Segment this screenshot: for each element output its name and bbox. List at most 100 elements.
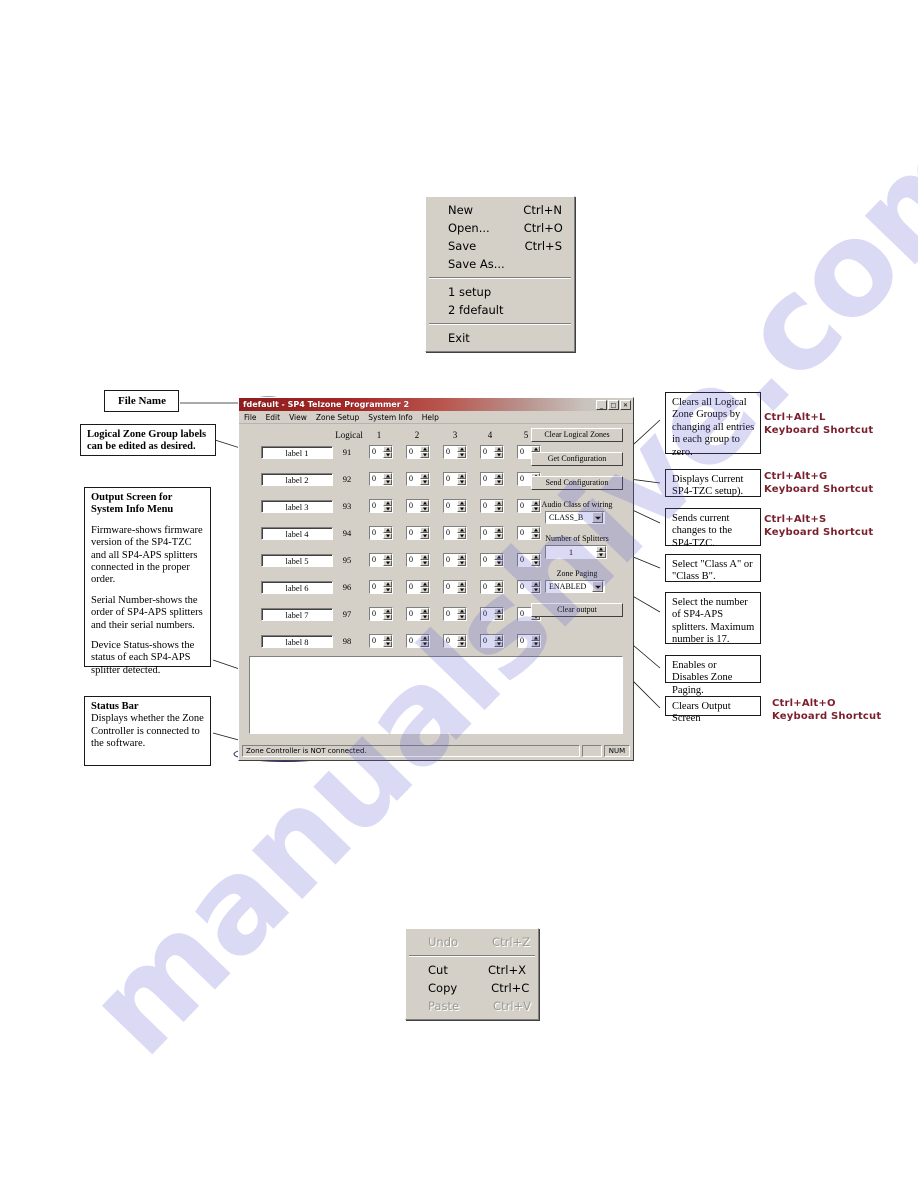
stepper-arrows[interactable] — [596, 546, 606, 558]
menu-item-new[interactable]: New Ctrl+N — [426, 201, 574, 219]
stepper-arrows[interactable] — [383, 581, 392, 593]
zone-entry-stepper[interactable]: 0 — [517, 634, 541, 648]
menu-item-save-as[interactable]: Save As... — [426, 255, 574, 273]
stepper-arrows[interactable] — [383, 473, 392, 485]
stepper-arrows[interactable] — [383, 635, 392, 647]
chevron-down-icon[interactable] — [592, 581, 603, 592]
stepper-down-icon[interactable] — [457, 560, 466, 566]
chevron-down-icon[interactable] — [592, 512, 603, 523]
stepper-down-icon[interactable] — [596, 552, 606, 558]
stepper-down-icon[interactable] — [457, 506, 466, 512]
zone-entry-stepper[interactable]: 0 — [369, 445, 393, 459]
stepper-down-icon[interactable] — [531, 641, 540, 647]
stepper-arrows[interactable] — [494, 500, 503, 512]
zone-entry-stepper[interactable]: 0 — [480, 499, 504, 513]
menu-item-undo[interactable]: Undo Ctrl+Z — [406, 933, 538, 951]
zone-entry-stepper[interactable]: 0 — [443, 499, 467, 513]
zone-entry-stepper[interactable]: 0 — [443, 445, 467, 459]
edit-menu[interactable]: Undo Ctrl+Z Cut Ctrl+X Copy Ctrl+C Paste… — [405, 928, 539, 1020]
zone-label-input[interactable]: label 7 — [261, 608, 333, 621]
stepper-down-icon[interactable] — [494, 641, 503, 647]
stepper-down-icon[interactable] — [383, 506, 392, 512]
stepper-down-icon[interactable] — [457, 587, 466, 593]
menubar-item-file[interactable]: File — [244, 413, 257, 422]
close-icon[interactable]: ✕ — [620, 399, 631, 410]
stepper-down-icon[interactable] — [457, 533, 466, 539]
stepper-down-icon[interactable] — [494, 479, 503, 485]
clear-output-button[interactable]: Clear output — [531, 603, 623, 617]
zone-entry-stepper[interactable]: 0 — [369, 553, 393, 567]
stepper-arrows[interactable] — [420, 527, 429, 539]
menubar-item-help[interactable]: Help — [422, 413, 439, 422]
stepper-arrows[interactable] — [494, 608, 503, 620]
stepper-arrows[interactable] — [457, 500, 466, 512]
stepper-arrows[interactable] — [531, 635, 540, 647]
zone-label-input[interactable]: label 6 — [261, 581, 333, 594]
stepper-down-icon[interactable] — [383, 560, 392, 566]
zone-entry-stepper[interactable]: 0 — [480, 472, 504, 486]
menubar-item-edit[interactable]: Edit — [266, 413, 281, 422]
stepper-down-icon[interactable] — [383, 641, 392, 647]
stepper-down-icon[interactable] — [420, 560, 429, 566]
audio-class-dropdown[interactable]: CLASS_B — [545, 511, 605, 524]
stepper-down-icon[interactable] — [420, 452, 429, 458]
zone-entry-stepper[interactable]: 0 — [443, 553, 467, 567]
stepper-arrows[interactable] — [457, 527, 466, 539]
menu-item-recent-2[interactable]: 2 fdefault — [426, 301, 574, 319]
stepper-arrows[interactable] — [420, 446, 429, 458]
menu-item-recent-1[interactable]: 1 setup — [426, 283, 574, 301]
zone-entry-stepper[interactable]: 0 — [406, 607, 430, 621]
stepper-arrows[interactable] — [383, 527, 392, 539]
stepper-down-icon[interactable] — [383, 533, 392, 539]
stepper-arrows[interactable] — [494, 473, 503, 485]
zone-label-input[interactable]: label 5 — [261, 554, 333, 567]
stepper-down-icon[interactable] — [457, 452, 466, 458]
stepper-arrows[interactable] — [420, 581, 429, 593]
stepper-down-icon[interactable] — [420, 641, 429, 647]
stepper-down-icon[interactable] — [383, 587, 392, 593]
stepper-arrows[interactable] — [457, 554, 466, 566]
zone-label-input[interactable]: label 8 — [261, 635, 333, 648]
zone-entry-stepper[interactable]: 0 — [406, 580, 430, 594]
stepper-arrows[interactable] — [494, 554, 503, 566]
zone-label-input[interactable]: label 3 — [261, 500, 333, 513]
stepper-arrows[interactable] — [494, 446, 503, 458]
zone-entry-stepper[interactable]: 0 — [443, 634, 467, 648]
zone-label-input[interactable]: label 2 — [261, 473, 333, 486]
menu-item-open[interactable]: Open... Ctrl+O — [426, 219, 574, 237]
stepper-arrows[interactable] — [494, 635, 503, 647]
stepper-down-icon[interactable] — [494, 506, 503, 512]
stepper-arrows[interactable] — [383, 608, 392, 620]
zone-entry-stepper[interactable]: 0 — [443, 472, 467, 486]
stepper-arrows[interactable] — [420, 500, 429, 512]
stepper-arrows[interactable] — [420, 473, 429, 485]
zone-entry-stepper[interactable]: 0 — [443, 607, 467, 621]
stepper-down-icon[interactable] — [494, 587, 503, 593]
zone-entry-stepper[interactable]: 0 — [406, 634, 430, 648]
minimize-icon[interactable]: _ — [596, 399, 607, 410]
stepper-down-icon[interactable] — [420, 533, 429, 539]
stepper-down-icon[interactable] — [494, 452, 503, 458]
zone-entry-stepper[interactable]: 0 — [369, 607, 393, 621]
get-configuration-button[interactable]: Get Configuration — [531, 452, 623, 466]
zone-entry-stepper[interactable]: 0 — [443, 580, 467, 594]
menu-item-copy[interactable]: Copy Ctrl+C — [406, 979, 538, 997]
zone-entry-stepper[interactable]: 0 — [406, 526, 430, 540]
stepper-arrows[interactable] — [494, 527, 503, 539]
zone-entry-stepper[interactable]: 0 — [369, 472, 393, 486]
zone-entry-stepper[interactable]: 0 — [480, 526, 504, 540]
zone-label-input[interactable]: label 1 — [261, 446, 333, 459]
stepper-down-icon[interactable] — [383, 614, 392, 620]
output-screen[interactable] — [249, 656, 623, 734]
zone-entry-stepper[interactable]: 0 — [480, 580, 504, 594]
clear-logical-zones-button[interactable]: Clear Logical Zones — [531, 428, 623, 442]
stepper-down-icon[interactable] — [494, 560, 503, 566]
zone-entry-stepper[interactable]: 0 — [369, 499, 393, 513]
stepper-arrows[interactable] — [420, 635, 429, 647]
file-menu[interactable]: New Ctrl+N Open... Ctrl+O Save Ctrl+S Sa… — [425, 196, 575, 352]
zone-entry-stepper[interactable]: 0 — [369, 526, 393, 540]
zone-entry-stepper[interactable]: 0 — [406, 472, 430, 486]
stepper-arrows[interactable] — [457, 608, 466, 620]
menu-item-paste[interactable]: Paste Ctrl+V — [406, 997, 538, 1015]
stepper-arrows[interactable] — [457, 446, 466, 458]
